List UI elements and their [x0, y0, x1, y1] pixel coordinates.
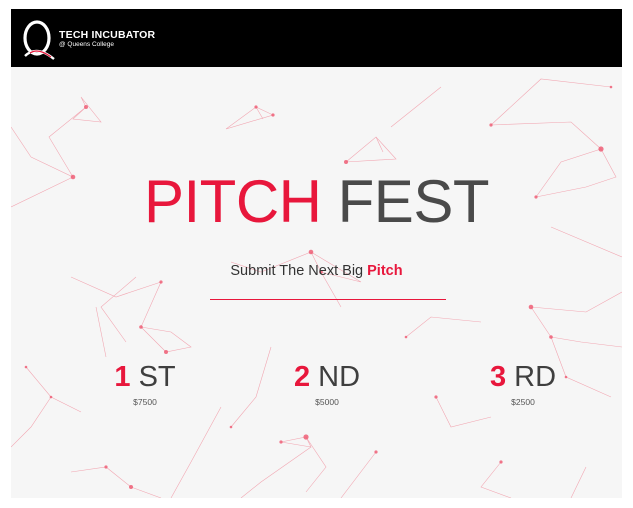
prize-first: 1 ST $7500: [85, 360, 205, 407]
queens-q-logo-icon: [23, 20, 55, 60]
prize-rank: 2 ND: [267, 360, 387, 394]
logo-text: TECH INCUBATOR @ Queens College: [59, 28, 156, 49]
prize-rank: 3 RD: [463, 360, 583, 394]
prize-number: 3: [489, 361, 507, 393]
prize-number: 1: [114, 361, 131, 393]
subtitle-prefix: Submit The Next Big: [230, 263, 368, 279]
title-fest: FEST: [337, 168, 490, 235]
prize-suffix: RD: [514, 361, 557, 393]
hero-section: PITCH FEST Submit The Next Big Pitch 1 S…: [11, 67, 622, 498]
prize-amount: $5000: [315, 397, 339, 407]
prize-second: 2 ND $5000: [267, 360, 387, 407]
prize-amount: $7500: [133, 397, 157, 407]
page-frame: TECH INCUBATOR @ Queens College PITCH FE…: [11, 9, 622, 498]
subtitle-highlight: Pitch: [367, 263, 403, 279]
logo-title: TECH INCUBATOR: [59, 28, 156, 41]
logo-subtitle: @ Queens College: [59, 40, 115, 48]
prize-amount: $2500: [511, 397, 535, 407]
prize-rank: 1 ST: [85, 360, 205, 394]
tech-incubator-logo[interactable]: TECH INCUBATOR @ Queens College: [21, 17, 181, 61]
site-header: TECH INCUBATOR @ Queens College: [11, 9, 622, 67]
prize-suffix: ST: [138, 361, 176, 393]
prize-number: 2: [293, 361, 311, 393]
page-title: PITCH FEST: [11, 167, 622, 237]
title-divider: [210, 299, 446, 300]
subtitle: Submit The Next Big Pitch: [11, 263, 622, 279]
title-pitch: PITCH: [143, 168, 322, 235]
prize-third: 3 RD $2500: [463, 360, 583, 407]
prize-suffix: ND: [318, 361, 361, 393]
